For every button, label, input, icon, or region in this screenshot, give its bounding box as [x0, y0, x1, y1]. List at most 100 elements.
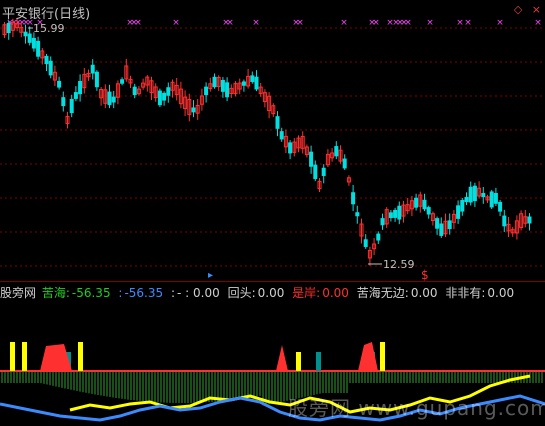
candle-body: [439, 223, 444, 236]
signal-x-mark: ×: [226, 18, 234, 28]
signal-x-mark: ×: [456, 18, 464, 28]
signal-x-mark: ×: [296, 18, 304, 28]
candle-body: [288, 142, 293, 154]
candle-body: [355, 212, 360, 217]
indicator-item: 苦海无边: 0.00: [356, 286, 438, 300]
signal-x-mark: ×: [534, 18, 542, 28]
indicator-item: 是岸: 0.00: [292, 286, 349, 300]
candle-body: [275, 116, 280, 129]
candle-body: [393, 209, 398, 218]
candle-body: [241, 81, 246, 86]
yellow-bar: [10, 342, 15, 371]
pane-divider: [0, 281, 545, 282]
chart-title: 平安银行(日线): [2, 7, 91, 22]
candle-body: [204, 86, 209, 96]
candle-body: [464, 196, 469, 203]
signal-x-mark: ×: [252, 18, 260, 28]
signal-x-mark: ×: [426, 18, 434, 28]
candle-body: [73, 92, 78, 99]
watermark: 股旁网 www.gupang.com: [288, 396, 545, 420]
candle-body: [426, 207, 431, 215]
candle-body: [472, 185, 477, 202]
candle-body: [342, 158, 347, 169]
candle-body: [502, 215, 507, 227]
candle-body: [493, 193, 498, 204]
red-peak: [358, 342, 378, 371]
candle-body: [6, 22, 11, 34]
signal-x-mark: ×: [172, 18, 180, 28]
indicator-legend: 股旁网 苦海: -56.35 : -56.35 :- : 0.00 回头: 0.00 …: [0, 284, 518, 301]
candle-body: [460, 200, 465, 212]
red-peak: [276, 345, 288, 371]
indicator-name: 股旁网: [0, 286, 37, 300]
candle-body: [363, 239, 368, 247]
candle-body: [166, 87, 171, 96]
candle-body: [397, 205, 402, 220]
arrow-marker: ▸: [208, 270, 213, 281]
yellow-bar: [296, 352, 301, 371]
candle-body: [157, 90, 162, 106]
candle-body: [57, 80, 62, 88]
candle-body: [321, 167, 326, 176]
candle-body: [313, 164, 318, 180]
candle-body: [309, 151, 314, 167]
indicator-item: 非非有: 0.00: [445, 286, 515, 300]
signal-x-mark: ×: [464, 18, 472, 28]
candle-body: [90, 64, 95, 74]
price-chart[interactable]: ×××××××××××××××××××××××××××××▸: [0, 0, 545, 426]
candle-body: [489, 191, 494, 208]
candle-body: [78, 81, 83, 95]
candle-body: [212, 76, 217, 88]
candle-body: [36, 40, 41, 57]
candle-body: [31, 37, 36, 49]
signal-x-mark: ×: [496, 18, 504, 28]
candle-body: [254, 76, 259, 90]
candle-body: [61, 97, 66, 107]
candle-body: [435, 218, 440, 229]
candle-body: [191, 107, 196, 113]
candle-body: [498, 201, 503, 212]
indicator-item: 回头: 0.00: [227, 286, 285, 300]
candle-body: [334, 146, 339, 157]
candle-body: [132, 86, 137, 95]
teal-bar: [316, 352, 321, 371]
candle-body: [69, 98, 74, 114]
candle-body: [94, 71, 99, 88]
candle-body: [120, 79, 125, 84]
indicator-item: 苦海: -56.35: [41, 286, 111, 300]
candle-body: [414, 197, 419, 208]
candle-body: [27, 33, 32, 43]
candle-body: [376, 233, 381, 241]
candle-body: [250, 75, 255, 83]
candle-body: [23, 31, 28, 37]
signal-x-mark: ×: [134, 18, 142, 28]
stock-chart-window: { "title": "平安银行(日线)", "price_labels": {…: [0, 0, 545, 426]
window-controls[interactable]: ◇ ×: [508, 3, 541, 16]
candle-body: [111, 96, 116, 103]
restore-icon[interactable]: ◇: [514, 3, 522, 16]
high-price-label: 15.99: [33, 22, 65, 35]
yellow-bar: [78, 342, 83, 371]
candle-body: [527, 216, 532, 224]
candle-body: [44, 55, 49, 65]
yellow-bar: [380, 342, 385, 371]
candle-body: [468, 186, 473, 203]
signal-x-mark: ×: [372, 18, 380, 28]
close-icon[interactable]: ×: [532, 3, 541, 16]
candle-body: [481, 192, 486, 198]
candle-body: [447, 220, 452, 230]
candle-body: [456, 205, 461, 219]
candle-body: [107, 91, 112, 106]
low-price-label: 12.59: [383, 258, 415, 271]
indicator-item: :- : 0.00: [170, 286, 220, 300]
yellow-bar: [22, 342, 27, 371]
indicator-item: : -56.35: [118, 286, 164, 300]
candle-body: [220, 79, 225, 92]
candle-body: [225, 82, 230, 98]
candle-body: [422, 199, 427, 210]
signal-x-mark: ×: [340, 18, 348, 28]
candle-body: [388, 212, 393, 219]
candle-body: [279, 131, 284, 140]
candle-body: [48, 60, 53, 76]
candle-body: [162, 92, 167, 101]
